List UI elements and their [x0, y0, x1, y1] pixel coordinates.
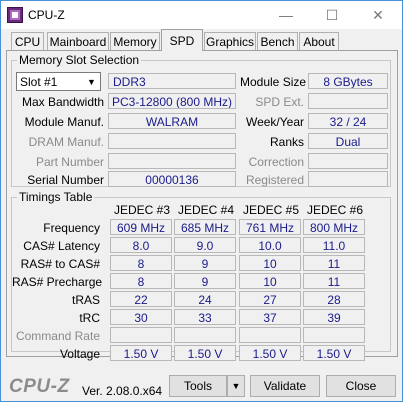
timing-cell: 11: [303, 255, 365, 271]
cpu-z-app-icon: [7, 7, 23, 23]
timing-cell: [110, 327, 172, 343]
timings-col-header: JEDEC #6: [306, 203, 364, 217]
max-bandwidth-label: Max Bandwidth: [21, 95, 104, 109]
tab-graphics[interactable]: Graphics: [204, 32, 256, 50]
timings-group: Timings Table JEDEC #3 JEDEC #4 JEDEC #5…: [11, 190, 391, 361]
timings-title: Timings Table: [17, 190, 95, 204]
timing-cell: 8.0: [110, 237, 172, 253]
timing-cell: 1.50 V: [303, 345, 365, 361]
max-bandwidth-value: PC3-12800 (800 MHz): [108, 93, 236, 109]
timing-cell: 39: [303, 309, 365, 325]
tab-mainboard[interactable]: Mainboard: [47, 32, 109, 50]
timing-cell: 11: [303, 273, 365, 289]
timing-cell: 37: [239, 309, 301, 325]
cpuz-window: CPU-Z — ☐ ✕ CPU Mainboard Memory SPD Gra…: [0, 0, 403, 402]
tab-memory[interactable]: Memory: [110, 32, 160, 50]
ranks-label: Ranks: [269, 135, 304, 149]
timing-cell: [303, 327, 365, 343]
timing-cell: 609 MHz: [110, 219, 172, 235]
timing-cell: 9: [174, 255, 236, 271]
part-number-value: [108, 153, 236, 169]
dram-manuf-label: DRAM Manuf.: [28, 135, 104, 149]
timing-cell: 28: [303, 291, 365, 307]
timing-cell: 10: [239, 273, 301, 289]
slot-select-value: Slot #1: [20, 75, 58, 89]
tab-strip: CPU Mainboard Memory SPD Graphics Bench …: [1, 29, 402, 51]
timing-cell: 22: [110, 291, 172, 307]
version-label: Ver. 2.08.0.x64: [82, 384, 163, 398]
spd-ext-label: SPD Ext.: [255, 95, 304, 109]
slot-select[interactable]: Slot #1 ▼: [16, 72, 101, 91]
serial-number-value: 00000136: [108, 171, 236, 187]
timing-cell: 11.0: [303, 237, 365, 253]
footer-bar: CPU-Z Ver. 2.08.0.x64 Tools ▼ Validate C…: [1, 369, 402, 401]
registered-value: [308, 171, 388, 187]
timing-cell: 30: [110, 309, 172, 325]
timing-row-label: Command Rate: [15, 329, 100, 343]
chevron-down-icon[interactable]: ▼: [227, 375, 245, 397]
timing-cell: 8: [110, 273, 172, 289]
spd-panel: Memory Slot Selection Slot #1 ▼ DDR3 Mod…: [6, 50, 398, 361]
timing-cell: 10.0: [239, 237, 301, 253]
title-bar[interactable]: CPU-Z — ☐ ✕: [1, 1, 402, 29]
timing-row-label: Voltage: [59, 347, 100, 361]
part-number-label: Part Number: [35, 155, 104, 169]
timing-cell: 24: [174, 291, 236, 307]
timing-row-label: tRC: [79, 311, 100, 325]
correction-label: Correction: [248, 155, 304, 169]
timing-cell: 800 MHz: [303, 219, 365, 235]
timing-cell: 9: [174, 273, 236, 289]
memory-slot-group: Memory Slot Selection Slot #1 ▼ DDR3 Mod…: [11, 53, 391, 187]
timing-cell: 761 MHz: [239, 219, 301, 235]
ranks-value: Dual: [308, 133, 388, 149]
module-size-value: 8 GBytes: [308, 73, 388, 89]
tab-spd[interactable]: SPD: [161, 29, 203, 51]
window-title: CPU-Z: [28, 8, 65, 22]
memory-slot-title: Memory Slot Selection: [17, 53, 142, 67]
validate-button[interactable]: Validate: [250, 375, 320, 397]
module-size-label: Module Size: [240, 75, 307, 89]
timing-row-label: CAS# Latency: [23, 239, 100, 253]
close-button[interactable]: Close: [326, 375, 396, 397]
timing-row-label: tRAS: [71, 293, 100, 307]
dram-manuf-value: [108, 133, 236, 149]
timing-cell: [174, 327, 236, 343]
memory-type-value: DDR3: [108, 73, 236, 89]
timing-cell: 1.50 V: [174, 345, 236, 361]
timing-cell: [239, 327, 301, 343]
serial-number-label: Serial Number: [27, 173, 104, 187]
timing-cell: 685 MHz: [174, 219, 236, 235]
timings-col-header: JEDEC #5: [242, 203, 300, 217]
cpu-z-logo: CPU-Z: [9, 376, 70, 397]
timing-row-label: RAS# Precharge: [12, 275, 103, 289]
minimize-button[interactable]: —: [263, 1, 309, 29]
tab-about[interactable]: About: [299, 32, 339, 50]
tab-bench[interactable]: Bench: [257, 32, 298, 50]
timing-cell: 1.50 V: [239, 345, 301, 361]
timing-cell: 33: [174, 309, 236, 325]
timing-cell: 1.50 V: [110, 345, 172, 361]
timing-cell: 10: [239, 255, 301, 271]
timings-col-header: JEDEC #4: [177, 203, 235, 217]
module-manuf-label: Module Manuf.: [24, 115, 104, 129]
tools-button[interactable]: Tools: [169, 375, 227, 397]
timing-cell: 9.0: [174, 237, 236, 253]
close-window-button[interactable]: ✕: [355, 1, 401, 29]
spd-ext-value: [308, 93, 388, 109]
timings-col-header: JEDEC #3: [113, 203, 171, 217]
week-year-value: 32 / 24: [308, 113, 388, 129]
correction-value: [308, 153, 388, 169]
timing-row-label: Frequency: [43, 221, 100, 235]
chevron-down-icon[interactable]: ▼: [83, 73, 100, 90]
tab-cpu[interactable]: CPU: [11, 32, 44, 50]
timing-cell: 8: [110, 255, 172, 271]
registered-label: Registered: [245, 173, 304, 187]
module-manuf-value: WALRAM: [108, 113, 236, 129]
timing-cell: 27: [239, 291, 301, 307]
week-year-label: Week/Year: [245, 115, 304, 129]
timing-row-label: RAS# to CAS#: [20, 257, 100, 271]
maximize-button[interactable]: ☐: [309, 1, 355, 29]
